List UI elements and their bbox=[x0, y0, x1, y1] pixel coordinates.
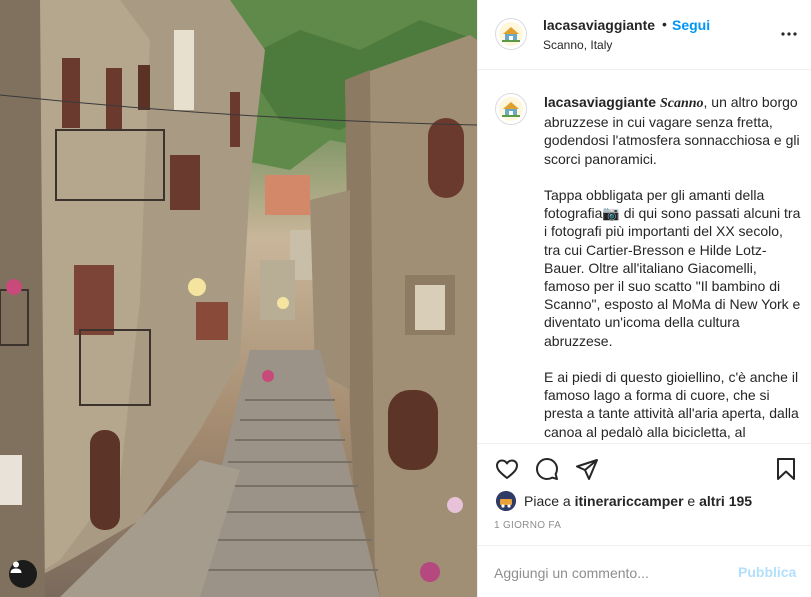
more-horizontal-icon bbox=[781, 32, 797, 36]
post-location[interactable]: Scanno, Italy bbox=[543, 38, 612, 52]
comment-button[interactable] bbox=[534, 456, 560, 482]
share-button[interactable] bbox=[574, 456, 600, 482]
paper-plane-icon bbox=[576, 459, 598, 480]
more-options-button[interactable] bbox=[779, 24, 799, 44]
caption-highlight: Scanno bbox=[659, 96, 704, 111]
liker-avatar[interactable] bbox=[496, 491, 516, 511]
post-timestamp[interactable]: 1 GIORNO FA bbox=[494, 520, 561, 531]
follow-button[interactable]: Segui bbox=[672, 17, 710, 33]
post-header: lacasaviaggiante • Segui Scanno, Italy bbox=[478, 0, 811, 70]
comment-icon bbox=[536, 458, 558, 480]
house-logo-icon bbox=[499, 22, 523, 46]
caption-avatar[interactable] bbox=[495, 93, 527, 125]
comment-form: Pubblica bbox=[478, 545, 811, 597]
likes-summary[interactable]: Piace a itinerariccamper e altri 195 bbox=[496, 490, 752, 512]
avatar[interactable] bbox=[495, 18, 527, 50]
heart-icon bbox=[496, 459, 518, 479]
likes-connector: e bbox=[683, 493, 700, 509]
post-username[interactable]: lacasaviaggiante bbox=[543, 17, 655, 33]
caption-username[interactable]: lacasaviaggiante bbox=[544, 94, 656, 110]
caption-area[interactable]: lacasaviaggiante Scanno, un altro borgo … bbox=[478, 71, 811, 443]
post-side-panel: lacasaviaggiante • Segui Scanno, Italy l… bbox=[477, 0, 811, 597]
caption-text: lacasaviaggiante Scanno, un altro borgo … bbox=[544, 93, 802, 441]
bookmark-icon bbox=[777, 458, 795, 480]
camper-avatar-icon bbox=[496, 491, 516, 511]
post-actions: Piace a itinerariccamper e altri 195 1 G… bbox=[478, 443, 811, 597]
user-icon bbox=[10, 561, 22, 573]
like-button[interactable] bbox=[494, 456, 520, 482]
caption-body: , un altro borgo abruzzese in cui vagare… bbox=[544, 94, 801, 440]
liker-username[interactable]: itinerariccamper bbox=[575, 493, 684, 509]
likes-prefix: Piace a bbox=[524, 493, 575, 509]
likes-count[interactable]: altri 195 bbox=[699, 493, 752, 509]
house-logo-icon bbox=[499, 97, 523, 121]
tagged-user-button[interactable] bbox=[9, 560, 37, 588]
post-photo[interactable] bbox=[0, 0, 477, 597]
save-button[interactable] bbox=[773, 456, 799, 482]
publish-button[interactable]: Pubblica bbox=[738, 564, 796, 580]
photo-street-scene bbox=[0, 0, 477, 597]
header-separator: • bbox=[662, 16, 667, 32]
comment-input[interactable] bbox=[494, 562, 724, 584]
